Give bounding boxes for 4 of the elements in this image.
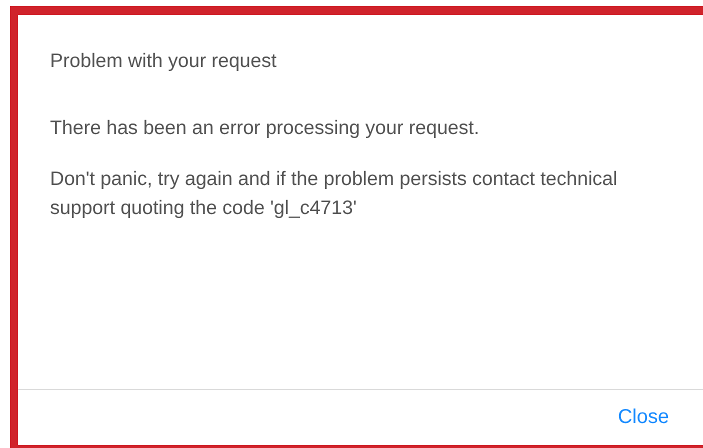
message-text: Don't panic, try again and if the problem persists contact technical support quoting the code 'gl_c4713' (50, 167, 618, 221)
dialog-title: Problem with your request (50, 49, 278, 73)
message-text: There has been an error processing your request. (50, 116, 480, 141)
close-button[interactable]: Close (614, 404, 673, 431)
